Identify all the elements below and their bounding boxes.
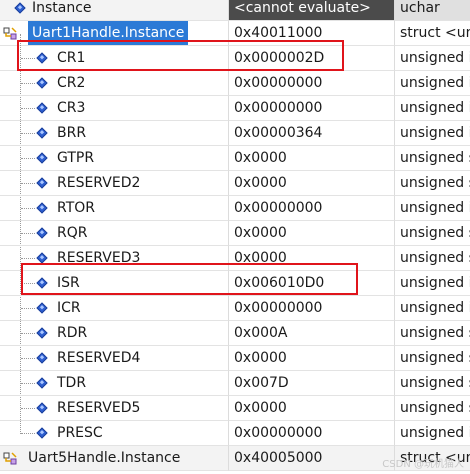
- name-cell[interactable]: RQR: [0, 221, 228, 246]
- name-cell[interactable]: GTPR: [0, 146, 228, 171]
- row-name: CR3: [57, 100, 86, 116]
- type-cell: unsigned in: [394, 71, 470, 96]
- name-cell[interactable]: Uart5Handle.Instance: [0, 446, 228, 471]
- row-name: RESERVED2: [57, 175, 141, 191]
- type-cell: unsigned s: [394, 171, 470, 196]
- type-cell: unsigned s: [394, 146, 470, 171]
- type-cell: unsigned in: [394, 196, 470, 221]
- watch-row-rtor[interactable]: RTOR 0x00000000 unsigned in: [0, 196, 470, 221]
- member-icon: [36, 402, 48, 414]
- name-cell[interactable]: ICR: [0, 296, 228, 321]
- type-cell: uchar: [394, 0, 470, 21]
- type-cell: struct <unt: [394, 21, 470, 46]
- watermark: CSDN @玩机猫人: [382, 459, 464, 470]
- type-cell: unsigned s: [394, 321, 470, 346]
- row-name: BRR: [57, 125, 87, 141]
- member-icon: [36, 327, 48, 339]
- value-cell[interactable]: 0x00000000: [228, 96, 394, 121]
- type-cell: unsigned s: [394, 246, 470, 271]
- value-cell[interactable]: 0x00000000: [228, 71, 394, 96]
- value-cell[interactable]: <cannot evaluate>: [228, 0, 394, 21]
- row-name: CR2: [57, 75, 86, 91]
- value-cell[interactable]: 0x0000: [228, 396, 394, 421]
- type-cell: unsigned s: [394, 371, 470, 396]
- value-cell[interactable]: 0x00000364: [228, 121, 394, 146]
- member-icon: [36, 377, 48, 389]
- value-cell[interactable]: 0x0000: [228, 221, 394, 246]
- member-icon: [14, 2, 26, 14]
- type-cell: unsigned s: [394, 221, 470, 246]
- member-icon: [36, 152, 48, 164]
- member-icon: [36, 127, 48, 139]
- watch-row-cr3[interactable]: CR3 0x00000000 unsigned in: [0, 96, 470, 121]
- watch-table: Instance <cannot evaluate> uchar Uart1Ha…: [0, 0, 470, 474]
- row-name: PRESC: [57, 425, 103, 441]
- watch-row-reserved2[interactable]: RESERVED2 0x0000 unsigned s: [0, 171, 470, 196]
- row-name: Instance: [32, 0, 92, 16]
- member-icon: [36, 77, 48, 89]
- value-cell[interactable]: 0x007D: [228, 371, 394, 396]
- row-name: GTPR: [57, 150, 95, 166]
- watch-row-gtpr[interactable]: GTPR 0x0000 unsigned s: [0, 146, 470, 171]
- highlight-box-cr1: [17, 40, 344, 71]
- value-cell[interactable]: 0x00000000: [228, 196, 394, 221]
- name-cell[interactable]: RESERVED2: [0, 171, 228, 196]
- member-icon: [36, 202, 48, 214]
- name-cell[interactable]: RDR: [0, 321, 228, 346]
- value-cell[interactable]: 0x0000: [228, 346, 394, 371]
- member-icon: [36, 227, 48, 239]
- watch-row-reserved5[interactable]: RESERVED5 0x0000 unsigned s: [0, 396, 470, 421]
- name-cell[interactable]: Instance: [0, 0, 228, 21]
- name-cell[interactable]: RTOR: [0, 196, 228, 221]
- name-cell[interactable]: PRESC: [0, 421, 228, 446]
- watch-row-icr[interactable]: ICR 0x00000000 unsigned in: [0, 296, 470, 321]
- type-cell: unsigned s: [394, 346, 470, 371]
- type-cell: unsigned in: [394, 271, 470, 296]
- value-cell[interactable]: 0x0000: [228, 146, 394, 171]
- name-cell[interactable]: RESERVED4: [0, 346, 228, 371]
- row-name: Uart5Handle.Instance: [28, 450, 181, 466]
- type-cell: unsigned in: [394, 296, 470, 321]
- watch-row-rdr[interactable]: RDR 0x000A unsigned s: [0, 321, 470, 346]
- name-cell[interactable]: TDR: [0, 371, 228, 396]
- watch-row-instance[interactable]: Instance <cannot evaluate> uchar: [0, 0, 470, 21]
- value-cell[interactable]: 0x40005000: [228, 446, 394, 471]
- struct-expand-icon[interactable]: [3, 451, 17, 465]
- name-cell[interactable]: RESERVED5: [0, 396, 228, 421]
- member-icon: [36, 302, 48, 314]
- watch-row-rqr[interactable]: RQR 0x0000 unsigned s: [0, 221, 470, 246]
- member-icon: [36, 252, 48, 264]
- type-cell: unsigned in: [394, 46, 470, 71]
- struct-expand-icon[interactable]: [3, 26, 17, 40]
- value-cell[interactable]: 0x00000000: [228, 421, 394, 446]
- member-icon: [36, 352, 48, 364]
- type-cell: unsigned in: [394, 96, 470, 121]
- member-icon: [36, 177, 48, 189]
- type-cell: unsigned in: [394, 121, 470, 146]
- type-cell: unsigned s: [394, 396, 470, 421]
- row-name: RTOR: [57, 200, 96, 216]
- type-cell: unsigned in: [394, 421, 470, 446]
- watch-row-reserved4[interactable]: RESERVED4 0x0000 unsigned s: [0, 346, 470, 371]
- row-name: ICR: [57, 300, 81, 316]
- row-name: RDR: [57, 325, 88, 341]
- watch-row-tdr[interactable]: TDR 0x007D unsigned s: [0, 371, 470, 396]
- highlight-box-isr: [21, 263, 358, 295]
- watch-row-brr[interactable]: BRR 0x00000364 unsigned in: [0, 121, 470, 146]
- row-name: TDR: [57, 375, 87, 391]
- row-name: RESERVED5: [57, 400, 141, 416]
- member-icon: [36, 427, 48, 439]
- value-cell[interactable]: 0x0000: [228, 171, 394, 196]
- name-cell[interactable]: CR2: [0, 71, 228, 96]
- member-icon: [36, 102, 48, 114]
- name-cell[interactable]: BRR: [0, 121, 228, 146]
- watch-row-presc[interactable]: PRESC 0x00000000 unsigned in: [0, 421, 470, 446]
- row-name: RQR: [57, 225, 88, 241]
- name-cell[interactable]: CR3: [0, 96, 228, 121]
- value-cell[interactable]: 0x00000000: [228, 296, 394, 321]
- value-cell[interactable]: 0x000A: [228, 321, 394, 346]
- row-name: RESERVED4: [57, 350, 141, 366]
- watch-row-cr2[interactable]: CR2 0x00000000 unsigned in: [0, 71, 470, 96]
